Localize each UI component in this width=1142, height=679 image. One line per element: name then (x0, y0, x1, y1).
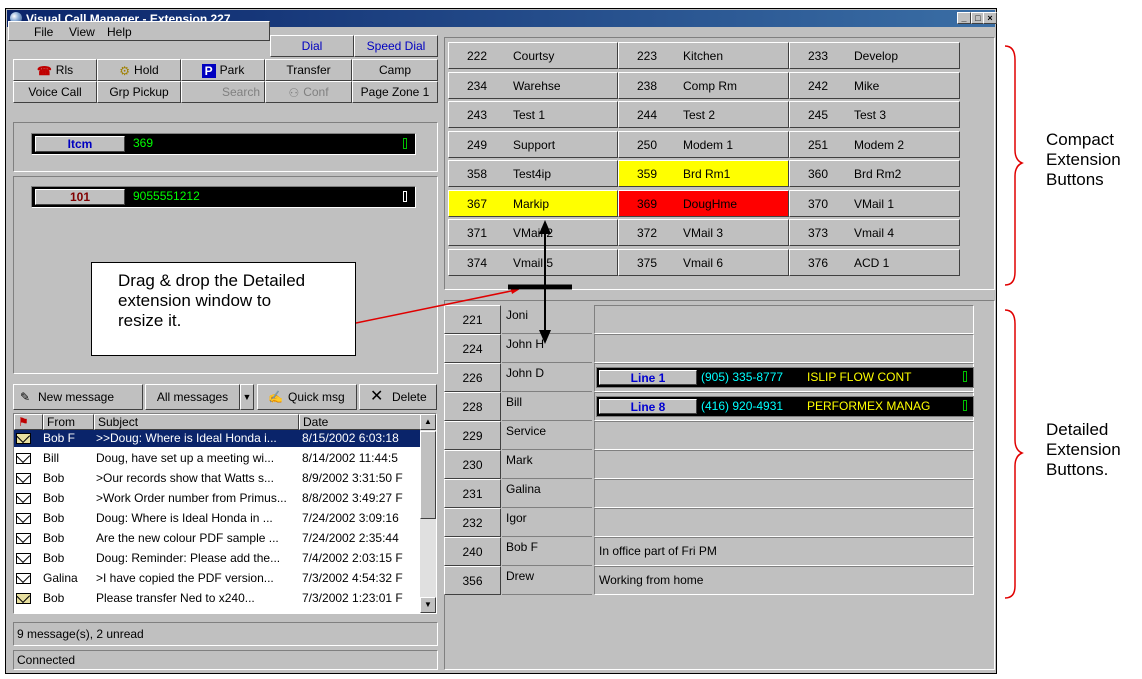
resize-arrow-up (539, 220, 551, 234)
detailed-brace (1004, 309, 1024, 599)
annotation-overlay (355, 45, 1024, 599)
compact-label: Compact Extension Buttons (1046, 130, 1121, 189)
resize-arrow-down (539, 330, 551, 344)
annotation-pointer-line (355, 289, 517, 324)
detailed-label: Detailed Extension Buttons. (1046, 420, 1121, 479)
compact-brace (1004, 45, 1024, 286)
